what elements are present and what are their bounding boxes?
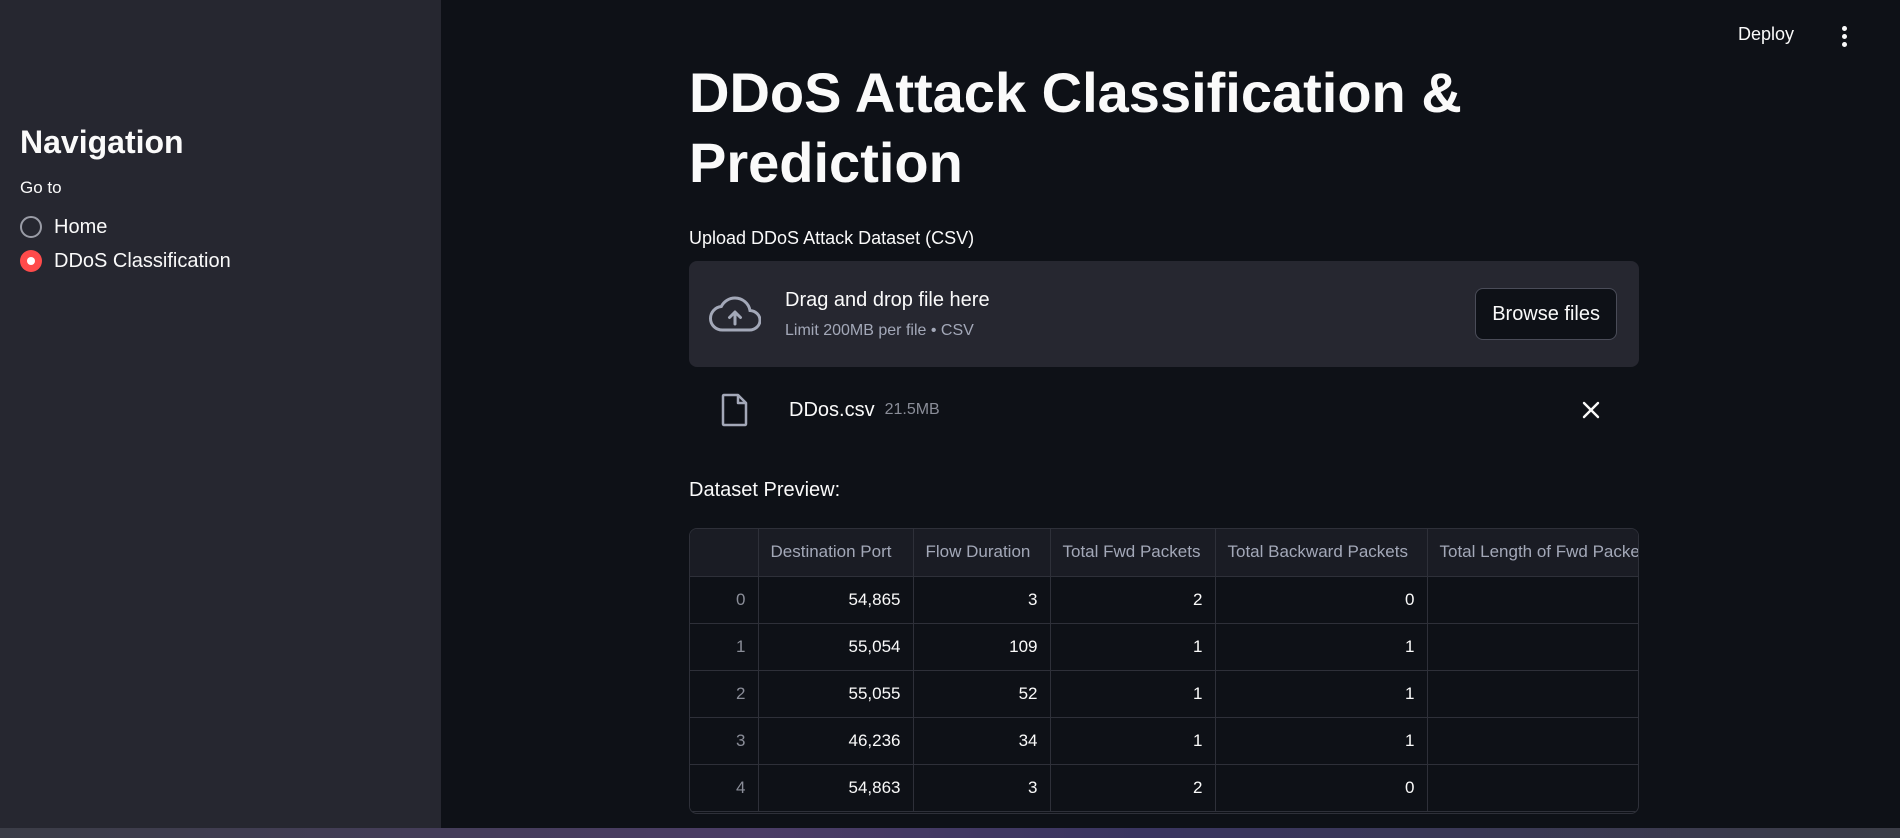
radio-label-home: Home [54, 215, 108, 238]
deploy-button[interactable]: Deploy [1738, 24, 1794, 45]
table-cell[interactable]: 55,055 [758, 670, 914, 718]
data-table: Destination Port Flow Duration Total Fwd… [690, 529, 1638, 812]
table-row: 0 54,865 3 2 0 1 [690, 576, 1638, 624]
row-index: 0 [690, 576, 759, 624]
radio-label-ddos-classification: DDoS Classification [54, 249, 231, 272]
dataset-preview-label: Dataset Preview: [689, 479, 841, 501]
table-cell[interactable]: 1 [1050, 623, 1216, 671]
column-header[interactable]: Destination Port [758, 529, 914, 577]
row-index: 1 [690, 623, 759, 671]
table-cell[interactable]: 2 [1050, 576, 1216, 624]
dropzone-title: Drag and drop file here [785, 288, 990, 311]
table-cell[interactable]: 1 [1215, 717, 1428, 765]
table-cell[interactable]: 1 [1427, 576, 1638, 624]
table-cell[interactable]: 46,236 [758, 717, 914, 765]
table-cell[interactable]: 0 [1215, 576, 1428, 624]
dataset-preview-table[interactable]: Destination Port Flow Duration Total Fwd… [689, 528, 1639, 814]
column-header[interactable]: Total Length of Fwd Packe [1427, 529, 1638, 577]
row-index: 3 [690, 717, 759, 765]
dropzone-subtitle: Limit 200MB per file • CSV [785, 321, 974, 339]
main-content: DDoS Attack Classification & Prediction … [689, 0, 1639, 814]
cloud-upload-icon [709, 296, 761, 332]
table-cell[interactable]: 1 [1050, 717, 1216, 765]
row-index: 4 [690, 764, 759, 812]
goto-label: Go to [20, 178, 62, 197]
table-cell[interactable]: 109 [913, 623, 1051, 671]
table-cell[interactable]: 54,863 [758, 764, 914, 812]
table-cell[interactable]: 54,865 [758, 576, 914, 624]
column-header[interactable]: Total Backward Packets [1215, 529, 1428, 577]
uploaded-file: DDos.csv 21.5MB [689, 367, 1639, 453]
dropzone-texts: Drag and drop file here Limit 200MB per … [785, 289, 1475, 340]
table-cell[interactable]: 1 [1215, 623, 1428, 671]
table-row: 2 55,055 52 1 1 [690, 670, 1638, 718]
table-header-row: Destination Port Flow Duration Total Fwd… [690, 529, 1638, 577]
menu-dot [1841, 26, 1847, 31]
table-cell[interactable]: 55,054 [758, 623, 914, 671]
menu-dot [1841, 42, 1847, 47]
table-cell[interactable]: 0 [1215, 764, 1428, 812]
page-title: DDoS Attack Classification & Prediction [689, 61, 1462, 194]
table-cell[interactable]: 34 [913, 717, 1051, 765]
menu-dot [1841, 34, 1847, 39]
row-index: 2 [690, 670, 759, 718]
browse-files-button[interactable]: Browse files [1475, 288, 1617, 340]
radio-checked-icon[interactable] [20, 250, 42, 272]
radio-option-home[interactable]: Home [20, 210, 421, 244]
main-menu-icon[interactable] [1836, 26, 1852, 48]
window-bottom-edge [0, 828, 1900, 838]
column-header[interactable]: Flow Duration [913, 529, 1051, 577]
table-cell[interactable]: 1 [1427, 764, 1638, 812]
sidebar-title: Navigation [20, 124, 184, 160]
file-dropzone[interactable]: Drag and drop file here Limit 200MB per … [689, 261, 1639, 367]
file-size: 21.5MB [884, 401, 940, 418]
radio-unchecked-icon[interactable] [20, 216, 42, 238]
table-row: 3 46,236 34 1 1 [690, 717, 1638, 765]
table-cell[interactable]: 52 [913, 670, 1051, 718]
table-cell[interactable]: 1 [1050, 670, 1216, 718]
radio-option-ddos-classification[interactable]: DDoS Classification [20, 244, 421, 278]
table-cell[interactable] [1427, 623, 1638, 671]
table-cell[interactable] [1427, 670, 1638, 718]
table-row: 4 54,863 3 2 0 1 [690, 764, 1638, 812]
table-cell[interactable]: 2 [1050, 764, 1216, 812]
sidebar: Navigation Go to Home DDoS Classificatio… [0, 0, 441, 828]
column-header[interactable]: Total Fwd Packets [1050, 529, 1216, 577]
column-header-index [690, 529, 759, 577]
navigation-radio-group: Home DDoS Classification [20, 210, 421, 278]
table-row: 1 55,054 109 1 1 [690, 623, 1638, 671]
table-cell[interactable]: 1 [1215, 670, 1428, 718]
table-cell[interactable]: 3 [913, 764, 1051, 812]
table-cell[interactable]: 3 [913, 576, 1051, 624]
table-cell[interactable] [1427, 717, 1638, 765]
remove-file-icon[interactable] [1579, 398, 1603, 422]
file-icon [721, 393, 748, 427]
file-name: DDos.csv [789, 398, 875, 421]
upload-label: Upload DDoS Attack Dataset (CSV) [689, 228, 975, 248]
